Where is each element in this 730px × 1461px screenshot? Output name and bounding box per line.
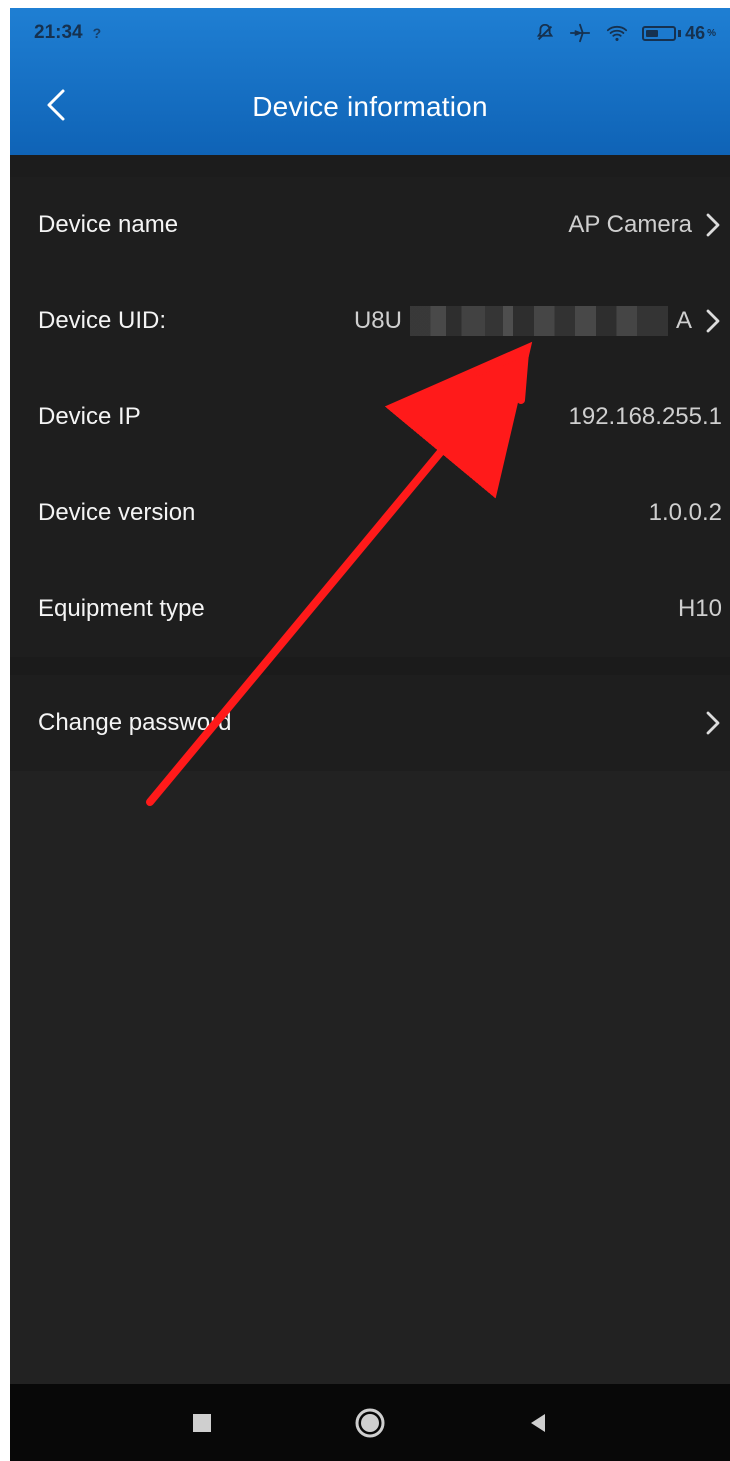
- device-uid-row[interactable]: Device UID: U8U A: [10, 273, 730, 369]
- device-name-value: AP Camera: [568, 211, 692, 238]
- notification-dot-icon: ?: [92, 25, 102, 41]
- recent-apps-button[interactable]: [184, 1405, 220, 1441]
- chevron-right-icon: [706, 711, 720, 735]
- chevron-right-icon: [706, 213, 720, 237]
- equipment-type-label: Equipment type: [38, 595, 205, 622]
- home-button[interactable]: [352, 1405, 388, 1441]
- password-list: Change password: [10, 675, 730, 771]
- device-version-value: 1.0.0.2: [648, 499, 722, 526]
- battery-cap: [678, 29, 682, 37]
- device-uid-right: U8U A: [354, 306, 722, 336]
- redacted-uid-block: [409, 306, 668, 336]
- device-version-label: Device version: [38, 499, 196, 526]
- status-bar: 21:34 ? 46 %: [10, 8, 730, 58]
- device-info-content: Device name AP Camera Device UID: U8U A: [10, 155, 730, 1384]
- mute-icon: [536, 23, 554, 41]
- status-time: 21:34: [34, 22, 83, 43]
- circle-home-icon: [355, 1408, 385, 1437]
- device-uid-value: U8U A: [354, 306, 692, 336]
- device-name-label: Device name: [38, 211, 179, 238]
- change-password-label: Change password: [38, 709, 232, 736]
- title-bar: Device information: [10, 58, 730, 155]
- device-uid-prefix: U8U: [353, 307, 402, 334]
- status-right: 46%: [534, 22, 716, 44]
- empty-area: [10, 775, 730, 1384]
- back-nav-button[interactable]: [520, 1405, 556, 1441]
- android-navigation-bar: [10, 1384, 730, 1461]
- equipment-type-value: H10: [677, 595, 722, 622]
- top-gap: [10, 155, 730, 177]
- battery-level: 46: [685, 22, 706, 43]
- device-ip-row: Device IP 192.168.255.1: [10, 369, 730, 465]
- device-ip-label: Device IP: [38, 403, 141, 430]
- equipment-type-row: Equipment type H10: [10, 561, 730, 657]
- change-password-row[interactable]: Change password: [10, 675, 730, 771]
- page-title: Device information: [252, 90, 488, 122]
- section-gap: [10, 657, 730, 675]
- wifi-icon: [606, 25, 628, 41]
- device-name-row[interactable]: Device name AP Camera: [10, 177, 730, 273]
- app-header: 21:34 ? 46 % Device information: [10, 8, 730, 155]
- square-icon: [193, 1413, 211, 1432]
- battery-fill: [646, 29, 659, 37]
- status-left: 21:34 ?: [34, 22, 101, 44]
- chevron-right-icon: [706, 309, 720, 333]
- device-name-right: AP Camera: [568, 211, 722, 239]
- airplane-icon: [569, 23, 591, 43]
- device-ip-value: 192.168.255.1: [568, 403, 722, 430]
- device-uid-suffix: A: [675, 307, 692, 334]
- device-version-row: Device version 1.0.0.2: [10, 465, 730, 561]
- back-button[interactable]: [38, 85, 74, 125]
- device-info-list: Device name AP Camera Device UID: U8U A: [10, 177, 730, 657]
- battery-indicator: 46%: [642, 23, 716, 44]
- phone-screen: 21:34 ? 46 % Device information Device n…: [10, 8, 730, 1461]
- device-uid-label: Device UID:: [38, 307, 167, 334]
- battery-icon: [642, 25, 677, 41]
- back-chevron-icon: [47, 89, 65, 121]
- triangle-back-icon: [531, 1413, 545, 1432]
